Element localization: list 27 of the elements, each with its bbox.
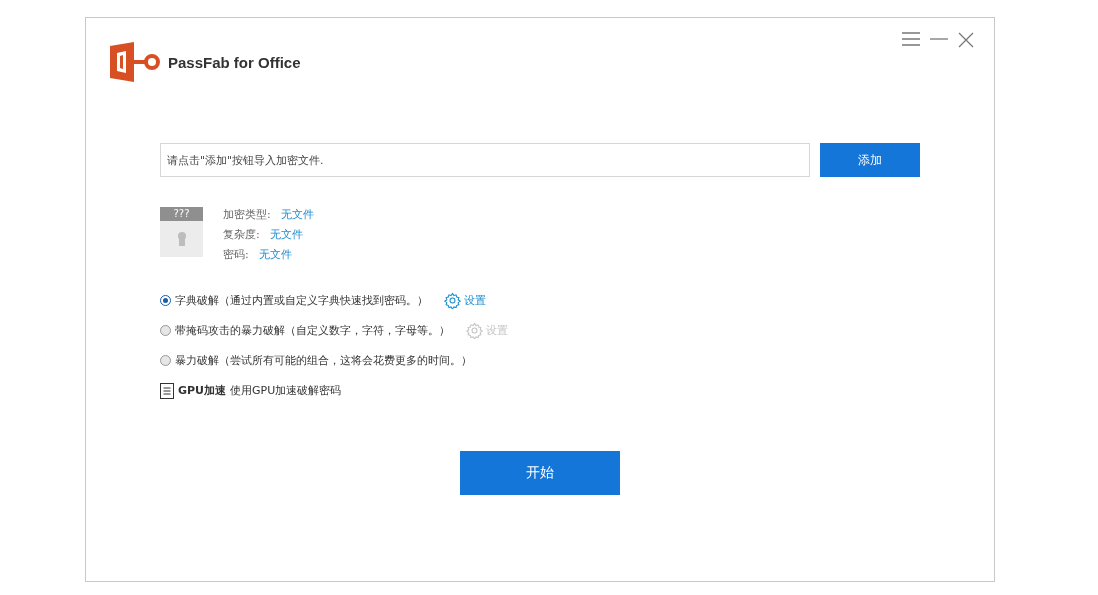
gear-icon: [444, 292, 461, 309]
field-value: 无文件: [280, 207, 314, 222]
add-button[interactable]: 添加: [820, 143, 920, 177]
menu-icon[interactable]: [902, 32, 920, 46]
radio-button[interactable]: [160, 355, 171, 366]
window-title: PassFab for Office: [168, 53, 301, 71]
field-label: 密码:: [223, 247, 249, 262]
radio-button[interactable]: [160, 295, 171, 306]
field-value: 无文件: [269, 227, 303, 242]
thumbnail-label: ???: [160, 207, 203, 221]
gpu-title: GPU加速: [178, 383, 227, 398]
option-label: 带掩码攻击的暴力破解（自定义数字，字符，字母等。）: [175, 323, 450, 338]
close-icon[interactable]: [958, 32, 974, 48]
field-value: 无文件: [258, 247, 292, 262]
gpu-description: 使用GPU加速破解密码: [230, 383, 342, 398]
field-label: 加密类型:: [223, 207, 271, 222]
file-path-field[interactable]: 请点击"添加"按钮导入加密文件.: [160, 143, 810, 177]
gear-icon: [466, 322, 483, 339]
option-label: 暴力破解（尝试所有可能的组合，这将会花费更多的时间。）: [175, 353, 472, 368]
option-label: 字典破解（通过内置或自定义字典快速找到密码。）: [175, 293, 428, 308]
logo-icon: [110, 42, 162, 82]
start-button[interactable]: 开始: [460, 451, 620, 495]
field-label: 复杂度:: [223, 227, 260, 242]
settings-link[interactable]: 设置: [444, 292, 486, 309]
keyhole-icon: [176, 232, 187, 246]
list-icon[interactable]: [160, 382, 174, 399]
radio-button[interactable]: [160, 325, 171, 336]
